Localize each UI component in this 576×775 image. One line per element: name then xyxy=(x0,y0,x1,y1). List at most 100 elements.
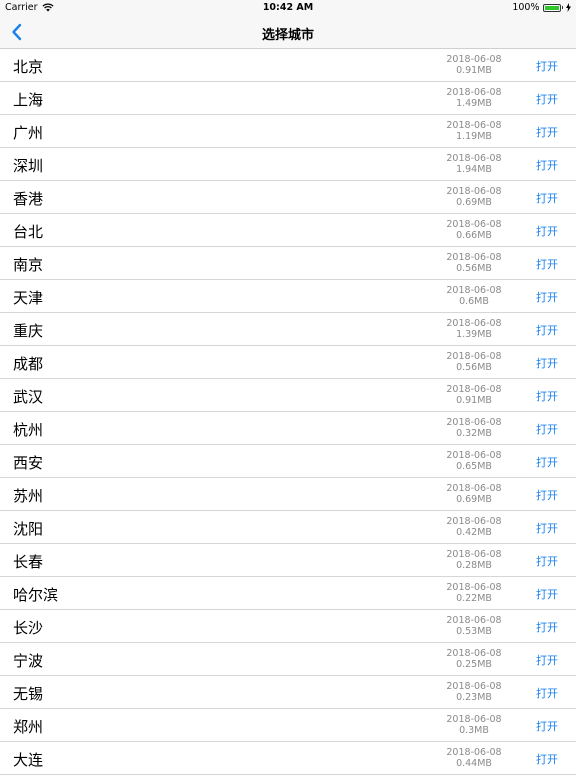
file-size: 0.91MB xyxy=(456,65,492,76)
charging-icon xyxy=(566,3,571,12)
list-item[interactable]: 北京 2018-06-08 0.91MB 打开 xyxy=(0,49,576,82)
file-size: 0.23MB xyxy=(456,692,492,703)
open-button[interactable]: 打开 xyxy=(536,553,558,569)
open-button[interactable]: 打开 xyxy=(536,190,558,206)
open-button[interactable]: 打开 xyxy=(536,322,558,338)
city-name: 长春 xyxy=(13,553,44,571)
file-meta: 2018-06-08 0.28MB xyxy=(434,549,514,571)
list-item[interactable]: 大连 2018-06-08 0.44MB 打开 xyxy=(0,742,576,775)
battery-tip xyxy=(561,6,563,9)
file-size: 0.69MB xyxy=(456,197,492,208)
city-name: 西安 xyxy=(13,454,44,472)
city-name: 杭州 xyxy=(13,421,44,439)
city-name: 苏州 xyxy=(13,487,44,505)
open-button[interactable]: 打开 xyxy=(536,124,558,140)
file-meta: 2018-06-08 0.22MB xyxy=(434,582,514,604)
file-size: 0.53MB xyxy=(456,626,492,637)
list-item[interactable]: 杭州 2018-06-08 0.32MB 打开 xyxy=(0,412,576,445)
file-meta: 2018-06-08 0.56MB xyxy=(434,252,514,274)
file-date: 2018-06-08 xyxy=(446,153,502,164)
file-date: 2018-06-08 xyxy=(446,549,502,560)
file-size: 0.32MB xyxy=(456,428,492,439)
city-name: 台北 xyxy=(13,223,44,241)
city-list[interactable]: 北京 2018-06-08 0.91MB 打开 上海 2018-06-08 1.… xyxy=(0,49,576,775)
file-size: 0.91MB xyxy=(456,395,492,406)
file-date: 2018-06-08 xyxy=(446,714,502,725)
file-date: 2018-06-08 xyxy=(446,186,502,197)
open-button[interactable]: 打开 xyxy=(536,256,558,272)
city-name: 大连 xyxy=(13,751,44,769)
list-item[interactable]: 无锡 2018-06-08 0.23MB 打开 xyxy=(0,676,576,709)
list-item[interactable]: 广州 2018-06-08 1.19MB 打开 xyxy=(0,115,576,148)
list-item[interactable]: 宁波 2018-06-08 0.25MB 打开 xyxy=(0,643,576,676)
open-button[interactable]: 打开 xyxy=(536,586,558,602)
file-date: 2018-06-08 xyxy=(446,252,502,263)
city-name: 南京 xyxy=(13,256,44,274)
open-button[interactable]: 打开 xyxy=(536,223,558,239)
file-size: 0.42MB xyxy=(456,527,492,538)
file-size: 1.19MB xyxy=(456,131,492,142)
open-button[interactable]: 打开 xyxy=(536,718,558,734)
list-item[interactable]: 武汉 2018-06-08 0.91MB 打开 xyxy=(0,379,576,412)
open-button[interactable]: 打开 xyxy=(536,289,558,305)
file-size: 0.25MB xyxy=(456,659,492,670)
city-name: 成都 xyxy=(13,355,44,373)
file-date: 2018-06-08 xyxy=(446,450,502,461)
city-name: 武汉 xyxy=(13,388,44,406)
list-item[interactable]: 香港 2018-06-08 0.69MB 打开 xyxy=(0,181,576,214)
battery-percent: 100% xyxy=(512,2,540,13)
file-meta: 2018-06-08 1.39MB xyxy=(434,318,514,340)
open-button[interactable]: 打开 xyxy=(536,388,558,404)
list-item[interactable]: 长春 2018-06-08 0.28MB 打开 xyxy=(0,544,576,577)
list-item[interactable]: 重庆 2018-06-08 1.39MB 打开 xyxy=(0,313,576,346)
file-date: 2018-06-08 xyxy=(446,351,502,362)
city-name: 重庆 xyxy=(13,322,44,340)
city-name: 广州 xyxy=(13,124,44,142)
open-button[interactable]: 打开 xyxy=(536,652,558,668)
open-button[interactable]: 打开 xyxy=(536,91,558,107)
open-button[interactable]: 打开 xyxy=(536,421,558,437)
city-name: 宁波 xyxy=(13,652,44,670)
file-size: 0.69MB xyxy=(456,494,492,505)
file-date: 2018-06-08 xyxy=(446,219,502,230)
list-item[interactable]: 成都 2018-06-08 0.56MB 打开 xyxy=(0,346,576,379)
file-meta: 2018-06-08 0.42MB xyxy=(434,516,514,538)
file-date: 2018-06-08 xyxy=(446,384,502,395)
list-item[interactable]: 深圳 2018-06-08 1.94MB 打开 xyxy=(0,148,576,181)
city-name: 沈阳 xyxy=(13,520,44,538)
open-button[interactable]: 打开 xyxy=(536,157,558,173)
file-meta: 2018-06-08 0.6MB xyxy=(434,285,514,307)
page-title: 选择城市 xyxy=(261,28,314,43)
open-button[interactable]: 打开 xyxy=(536,454,558,470)
list-item[interactable]: 郑州 2018-06-08 0.3MB 打开 xyxy=(0,709,576,742)
file-meta: 2018-06-08 0.44MB xyxy=(434,747,514,769)
list-item[interactable]: 哈尔滨 2018-06-08 0.22MB 打开 xyxy=(0,577,576,610)
open-button[interactable]: 打开 xyxy=(536,487,558,503)
file-meta: 2018-06-08 0.3MB xyxy=(434,714,514,736)
open-button[interactable]: 打开 xyxy=(536,520,558,536)
file-date: 2018-06-08 xyxy=(446,648,502,659)
list-item[interactable]: 苏州 2018-06-08 0.69MB 打开 xyxy=(0,478,576,511)
list-item[interactable]: 长沙 2018-06-08 0.53MB 打开 xyxy=(0,610,576,643)
list-item[interactable]: 上海 2018-06-08 1.49MB 打开 xyxy=(0,82,576,115)
list-item[interactable]: 台北 2018-06-08 0.66MB 打开 xyxy=(0,214,576,247)
file-meta: 2018-06-08 0.66MB xyxy=(434,219,514,241)
list-item[interactable]: 沈阳 2018-06-08 0.42MB 打开 xyxy=(0,511,576,544)
list-item[interactable]: 西安 2018-06-08 0.65MB 打开 xyxy=(0,445,576,478)
file-size: 1.49MB xyxy=(456,98,492,109)
open-button[interactable]: 打开 xyxy=(536,619,558,635)
open-button[interactable]: 打开 xyxy=(536,751,558,767)
file-size: 1.94MB xyxy=(456,164,492,175)
city-name: 哈尔滨 xyxy=(13,586,59,604)
status-time: 10:42 AM xyxy=(262,2,314,13)
file-date: 2018-06-08 xyxy=(446,681,502,692)
file-date: 2018-06-08 xyxy=(446,318,502,329)
list-item[interactable]: 南京 2018-06-08 0.56MB 打开 xyxy=(0,247,576,280)
city-name: 天津 xyxy=(13,289,44,307)
list-item[interactable]: 天津 2018-06-08 0.6MB 打开 xyxy=(0,280,576,313)
file-date: 2018-06-08 xyxy=(446,87,502,98)
open-button[interactable]: 打开 xyxy=(536,355,558,371)
open-button[interactable]: 打开 xyxy=(536,685,558,701)
file-meta: 2018-06-08 0.91MB xyxy=(434,54,514,76)
open-button[interactable]: 打开 xyxy=(536,58,558,74)
